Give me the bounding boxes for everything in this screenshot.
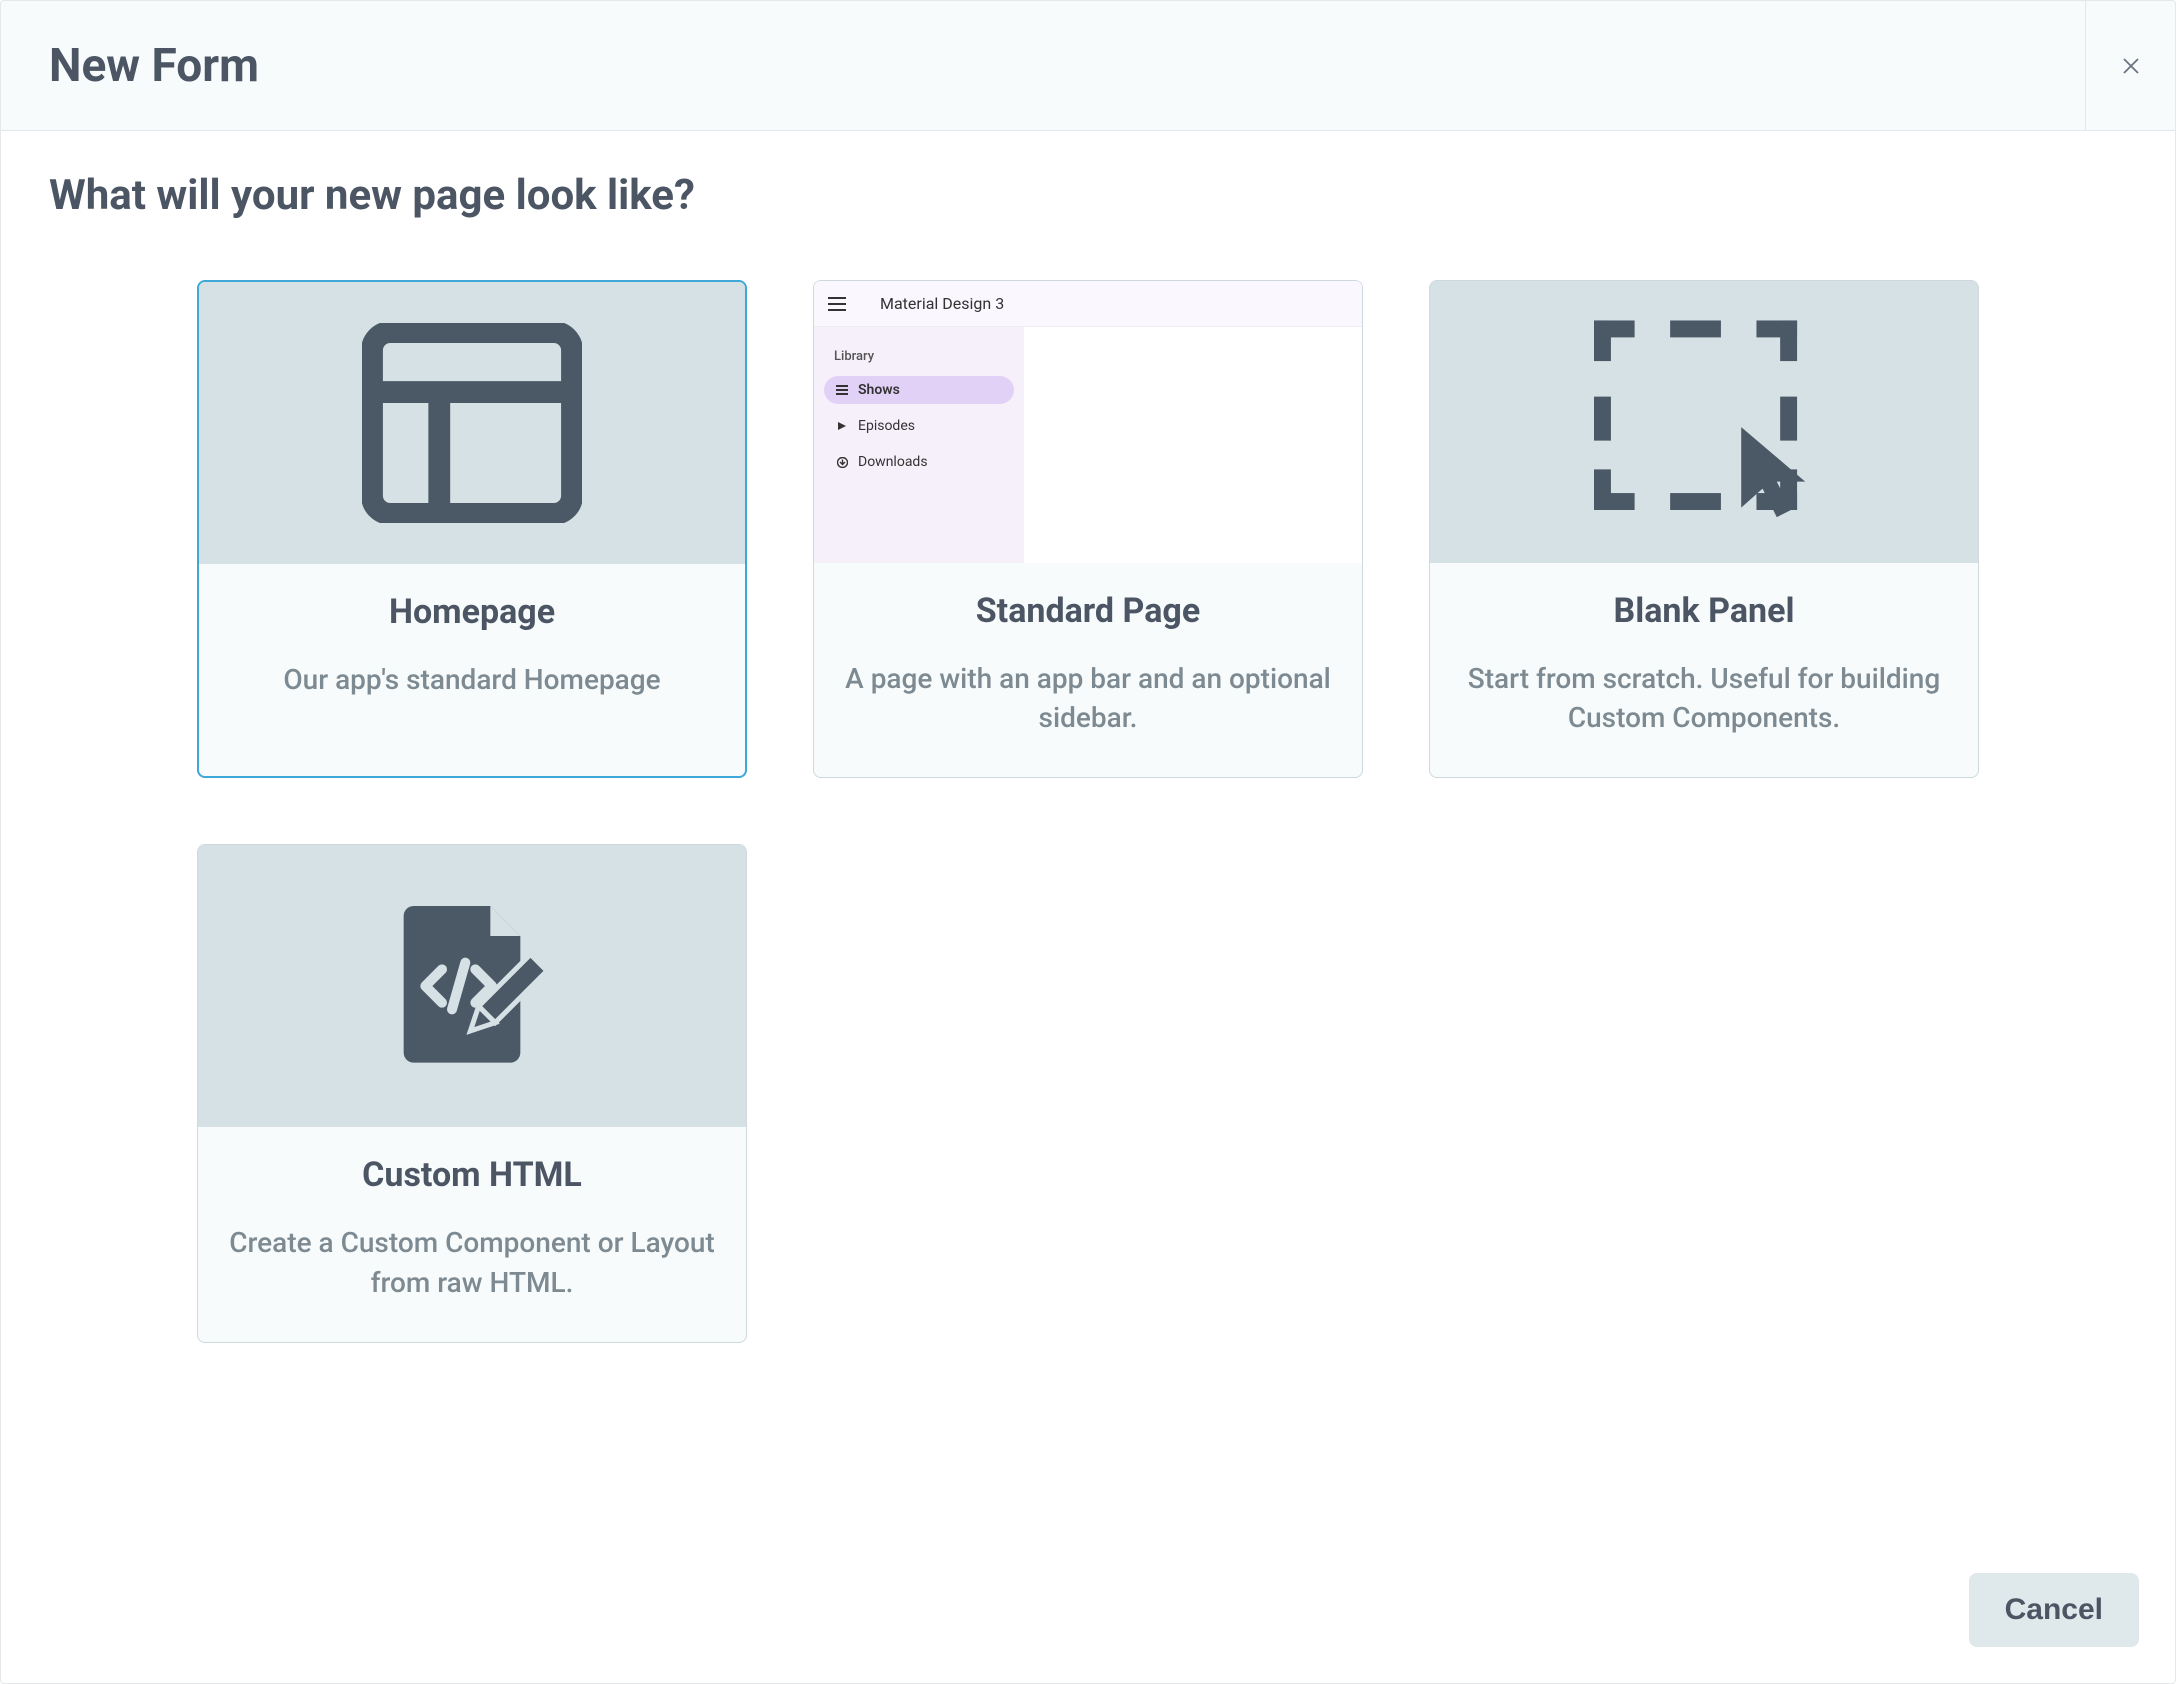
dialog-body: What will your new page look like? Homep… [1,131,2175,1553]
blank-panel-preview [1430,281,1978,563]
homepage-preview [199,282,745,564]
standard-page-preview: Material Design 3 Library Shows [814,281,1362,563]
card-desc: Create a Custom Component or Layout from… [228,1223,716,1301]
card-content: Blank Panel Start from scratch. Useful f… [1430,563,1978,777]
preview-sidebar-item-label: Shows [858,382,900,398]
template-card-blank-panel[interactable]: Blank Panel Start from scratch. Useful f… [1429,280,1979,778]
preview-sidebar-item: Episodes [824,412,1014,440]
preview-app-title: Material Design 3 [880,294,1004,313]
close-button[interactable] [2085,1,2175,130]
dialog-header: New Form [1,1,2175,131]
card-title: Custom HTML [228,1155,716,1195]
card-title: Standard Page [844,591,1332,631]
card-content: Custom HTML Create a Custom Component or… [198,1127,746,1341]
card-desc: Our app's standard Homepage [229,660,715,699]
template-card-standard-page[interactable]: Material Design 3 Library Shows [813,280,1363,778]
layout-icon [362,323,582,523]
card-content: Standard Page A page with an app bar and… [814,563,1362,777]
template-card-custom-html[interactable]: Custom HTML Create a Custom Component or… [197,844,747,1342]
preview-sidebar-item-label: Episodes [858,418,915,434]
card-title: Blank Panel [1460,591,1948,631]
dialog-title: New Form [49,39,259,93]
custom-html-preview [198,845,746,1127]
template-card-homepage[interactable]: Homepage Our app's standard Homepage [197,280,747,778]
preview-appbar: Material Design 3 [814,281,1362,327]
card-desc: Start from scratch. Useful for building … [1460,659,1948,737]
preview-sidebar: Library Shows [814,327,1024,563]
close-icon [2117,52,2145,80]
preview-sidebar-item-label: Downloads [858,454,928,470]
preview-sidebar-item: Downloads [824,448,1014,476]
cancel-button[interactable]: Cancel [1969,1573,2139,1647]
play-icon [836,420,848,432]
blank-selection-icon [1584,312,1824,532]
list-icon [836,384,848,396]
hamburger-icon [828,297,846,311]
card-content: Homepage Our app's standard Homepage [199,564,745,776]
new-form-dialog: New Form What will your new page look li… [0,0,2176,1684]
preview-sidebar-item: Shows [824,376,1014,404]
card-title: Homepage [229,592,715,632]
preview-sidebar-header: Library [824,345,1014,368]
dialog-footer: Cancel [1,1553,2175,1683]
template-grid: Homepage Our app's standard Homepage Mat… [49,280,2127,1343]
code-file-pencil-icon [372,886,572,1086]
card-desc: A page with an app bar and an optional s… [844,659,1332,737]
question-heading: What will your new page look like? [49,171,2127,220]
download-icon [836,456,848,468]
